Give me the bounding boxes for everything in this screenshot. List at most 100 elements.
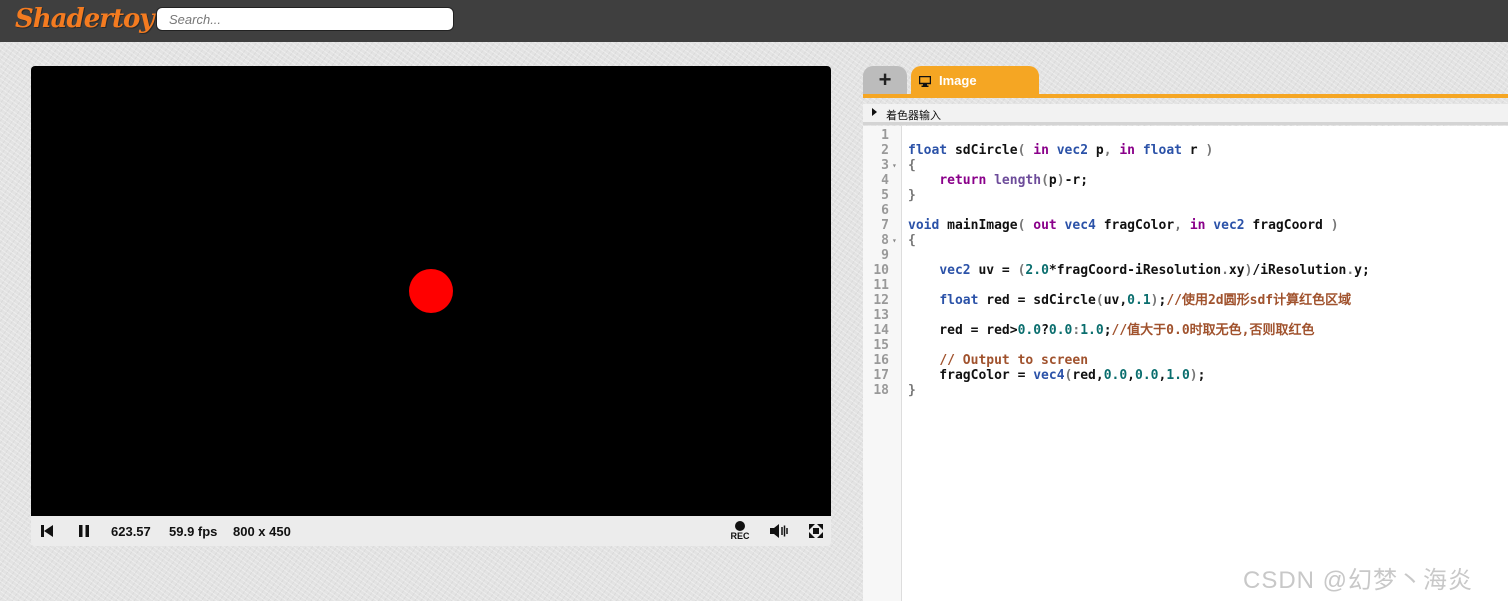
code-token: vec2 (1048, 143, 1089, 158)
code-token: ( (1017, 218, 1034, 233)
code-token: return (939, 173, 987, 188)
code-token: ) (1189, 368, 1198, 383)
code-text: void mainImage( out vec4 fragColor, in v… (908, 218, 1339, 233)
code-text: { (908, 158, 916, 173)
code-token: /iResolution (1252, 263, 1347, 278)
code-line[interactable]: 8 ▾ { (863, 233, 1508, 248)
shader-inputs-toggle[interactable]: 着色器输入 (863, 104, 1508, 125)
line-number: 10 (873, 263, 889, 278)
code-line[interactable]: 4 return length(p)-r; (863, 173, 1508, 188)
code-token: 0.0 (1135, 368, 1159, 383)
watermark: CSDN @幻梦丶海炎 (1243, 567, 1474, 594)
code-token: ) (1056, 173, 1065, 188)
line-number: 18 (873, 383, 889, 398)
code-line[interactable]: 9 (863, 248, 1508, 263)
fold-arrow-icon[interactable]: ▾ (892, 233, 897, 248)
code-token: vec4 (1056, 218, 1096, 233)
line-number: 17 (873, 368, 889, 383)
code-token: //值大于0.0时取无色,否则取红色 (1111, 323, 1315, 338)
code-text: float sdCircle( in vec2 p, in float r ) (908, 143, 1213, 158)
code-token: xy (1228, 263, 1245, 278)
line-number: 12 (873, 293, 889, 308)
record-button[interactable]: REC (728, 516, 752, 546)
code-line[interactable]: 6 (863, 203, 1508, 218)
shader-canvas[interactable] (31, 66, 831, 516)
code-lines: 1 2 float sdCircle( in vec2 p, in float r … (863, 128, 1508, 398)
fullscreen-button[interactable] (806, 516, 826, 546)
code-token: , (1174, 218, 1190, 233)
fold-arrow-icon[interactable]: ▾ (892, 158, 897, 173)
code-area[interactable]: 1 2 float sdCircle( in vec2 p, in float r … (863, 126, 1508, 601)
code-token: uv, (1103, 293, 1128, 308)
code-line[interactable]: 1 (863, 128, 1508, 143)
code-token: in (1189, 218, 1206, 233)
code-line[interactable]: 16 // Output to screen (863, 353, 1508, 368)
pause-button[interactable] (75, 516, 93, 546)
code-token: mainImage (939, 218, 1018, 233)
shader-inputs-label: 着色器输入 (886, 110, 941, 122)
code-token: ) (1322, 218, 1339, 233)
code-line[interactable]: 2 float sdCircle( in vec2 p, in float r ) (863, 143, 1508, 158)
code-token: } (908, 383, 916, 398)
code-token: ( (1095, 293, 1104, 308)
record-label: REC (730, 531, 750, 541)
line-number: 11 (873, 278, 889, 293)
code-token: . (1346, 263, 1355, 278)
rewind-button[interactable] (38, 516, 56, 546)
code-line[interactable]: 17 fragColor = vec4(red,0.0,0.0,1.0); (863, 368, 1508, 383)
code-token: sdCircle (947, 143, 1018, 158)
code-token: vec2 (939, 263, 971, 278)
code-line[interactable]: 10 vec2 uv = (2.0*fragCoord-iResolution.… (863, 263, 1508, 278)
tab-image[interactable]: Image (911, 66, 1039, 94)
code-token: 2.0 (1025, 263, 1049, 278)
code-token: 0.0 (1103, 368, 1128, 383)
code-token: . (1221, 263, 1229, 278)
code-line[interactable]: 11 (863, 278, 1508, 293)
tab-underline (863, 94, 1508, 98)
code-token: void (908, 218, 940, 233)
code-token: ; (1197, 368, 1206, 383)
line-number: 13 (873, 308, 889, 323)
code-token: vec2 (1205, 218, 1245, 233)
code-text: } (908, 188, 916, 203)
code-token: red, (1072, 368, 1104, 383)
code-token: float (908, 143, 948, 158)
code-line[interactable]: 7 void mainImage( out vec4 fragColor, in … (863, 218, 1508, 233)
code-token: r (1181, 143, 1198, 158)
code-line[interactable]: 12 float red = sdCircle(uv,0.1);//使用2d圆形… (863, 293, 1508, 308)
code-text: vec2 uv = (2.0*fragCoord-iResolution.xy)… (908, 263, 1370, 278)
code-line[interactable]: 3 ▾ { (863, 158, 1508, 173)
code-token: { (908, 233, 916, 248)
line-number: 7 (881, 218, 889, 233)
code-line[interactable]: 5} (863, 188, 1508, 203)
code-line[interactable]: 14 red = red>0.0?0.0:1.0;//值大于0.0时取无色,否则… (863, 323, 1508, 338)
code-token: uv = (970, 263, 1018, 278)
speaker-icon (770, 524, 788, 538)
code-token: fragColor = (908, 368, 1034, 383)
code-token: 0.0 (1017, 323, 1042, 338)
top-bar: Shadertoy (0, 0, 1508, 42)
code-token: { (908, 158, 916, 173)
line-number: 9 (881, 248, 889, 263)
line-number: 4 (881, 173, 889, 188)
code-token: in (1119, 143, 1136, 158)
volume-button[interactable] (768, 516, 790, 546)
shadertoy-logo[interactable]: Shadertoy (15, 4, 154, 34)
code-text: } (908, 383, 916, 398)
code-token: out (1033, 218, 1057, 233)
code-token: 1.0 (1080, 323, 1104, 338)
code-line[interactable]: 18} (863, 383, 1508, 398)
code-token: p (1088, 143, 1104, 158)
code-line[interactable]: 13 (863, 308, 1508, 323)
code-token: ; (1103, 323, 1112, 338)
search-input[interactable] (156, 7, 454, 31)
add-tab-button[interactable]: + (863, 66, 907, 94)
code-token: ? (1041, 323, 1049, 338)
expand-arrow-icon (872, 108, 877, 116)
code-line[interactable]: 15 (863, 338, 1508, 353)
code-token: , (1127, 368, 1135, 383)
